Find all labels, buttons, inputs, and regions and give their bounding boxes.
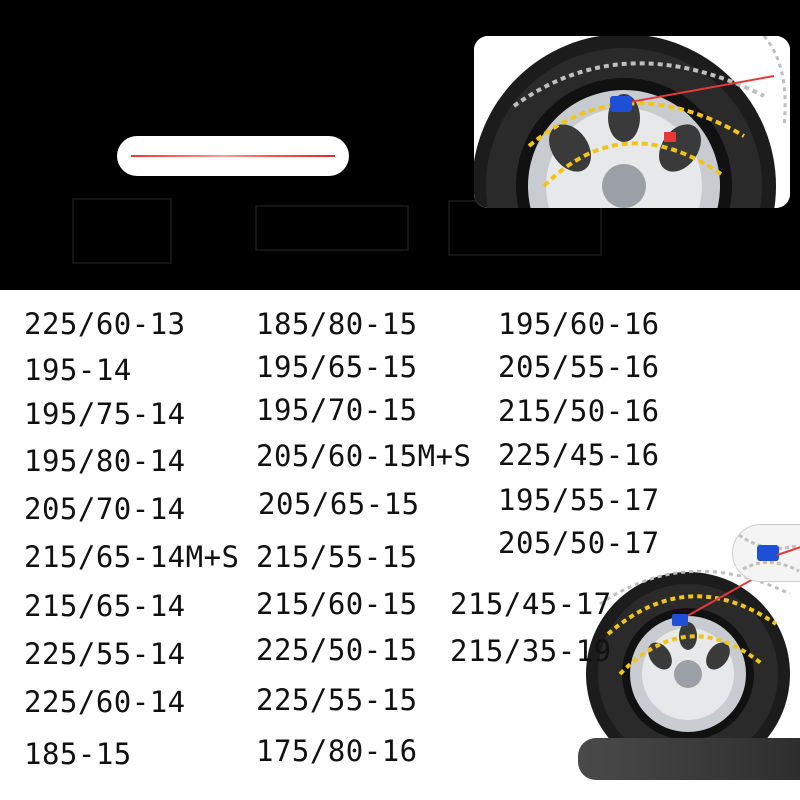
tire-size-label: 225/60-13: [24, 307, 186, 341]
tire-size-label: 185-15: [24, 737, 132, 771]
faint-frame: [448, 200, 602, 256]
tire-size-label: 205/65-15: [258, 487, 420, 521]
tensioner-detail-inset: [732, 524, 800, 582]
red-cable: [131, 155, 335, 157]
tire-size-label: 225/55-14: [24, 637, 186, 671]
tire-size-label: 195/55-17: [498, 483, 660, 517]
tire-size-label: 195/70-15: [256, 393, 418, 427]
faint-frame: [255, 205, 409, 251]
dark-bottom-bar: [578, 738, 800, 780]
tire-size-label: 215/35-19: [450, 634, 612, 668]
tire-size-label: 195/75-14: [24, 397, 186, 431]
tire-size-label: 205/70-14: [24, 492, 186, 526]
tire-size-label: 195-14: [24, 353, 132, 387]
cable-image: [117, 136, 349, 176]
tire-size-label: 185/80-15: [256, 307, 418, 341]
wheel-photo-large: [474, 36, 790, 208]
tire-size-label: 205/50-17: [498, 526, 660, 560]
tire-size-label: 215/60-15: [256, 587, 418, 621]
tire-size-label: 205/60-15M+S: [256, 439, 472, 473]
chain-tensioner-closeup: [733, 525, 800, 581]
tire-size-label: 195/80-14: [24, 444, 186, 478]
tire-size-label: 225/50-15: [256, 633, 418, 667]
tire-size-label: 215/55-15: [256, 540, 418, 574]
tire-size-label: 225/45-16: [498, 438, 660, 472]
tire-size-label: 215/65-14: [24, 589, 186, 623]
tire-size-label: 215/65-14M+S: [24, 540, 240, 574]
faint-frame: [72, 198, 172, 264]
tire-size-label: 215/50-16: [498, 394, 660, 428]
tire-size-label: 195/65-15: [256, 350, 418, 384]
tire-size-label: 205/55-16: [498, 350, 660, 384]
tire-size-label: 175/80-16: [256, 734, 418, 768]
tire-size-label: 195/60-16: [498, 307, 660, 341]
tire-size-label: 215/45-17: [450, 587, 612, 621]
tire-size-label: 225/55-15: [256, 683, 418, 717]
wheel-snow-chain-illustration: [474, 36, 790, 208]
tire-size-label: 225/60-14: [24, 685, 186, 719]
